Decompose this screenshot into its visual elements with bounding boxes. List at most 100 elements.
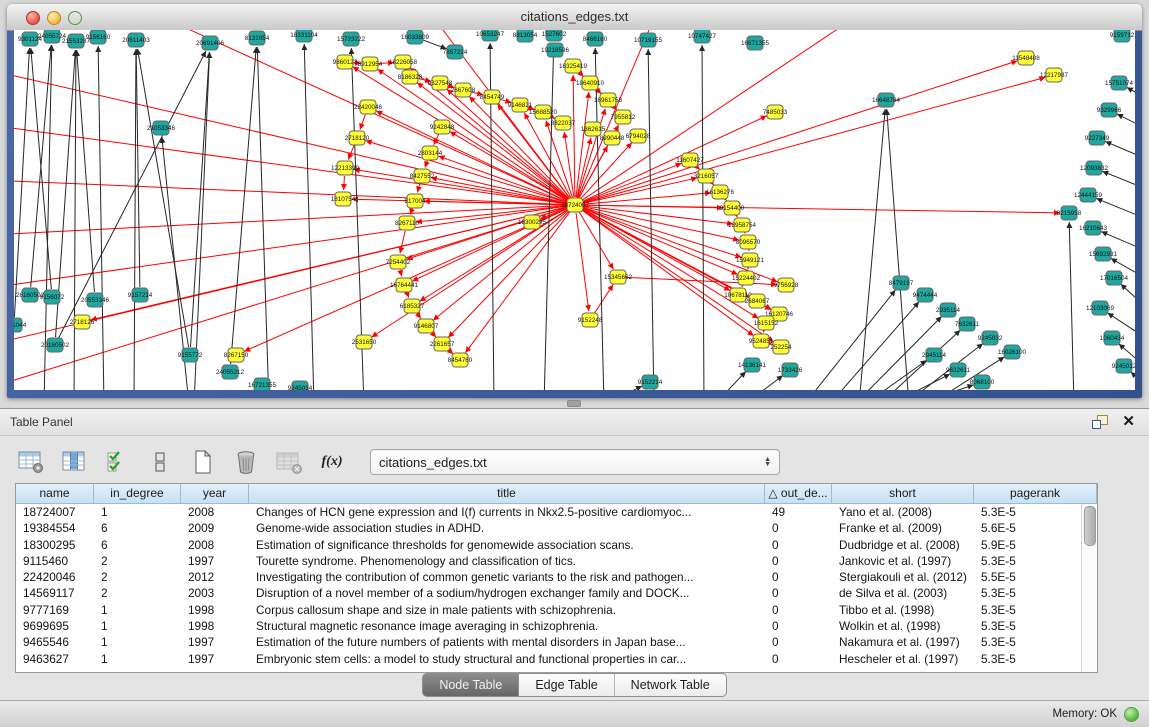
edge[interactable] xyxy=(77,50,95,292)
graph-node[interactable]: 15723222 xyxy=(337,32,366,46)
table-cell[interactable]: 5.6E-5 xyxy=(974,520,1097,536)
edge[interactable] xyxy=(422,40,446,49)
edge[interactable] xyxy=(14,70,567,203)
edge[interactable] xyxy=(98,46,104,390)
table-cell[interactable]: 6 xyxy=(94,520,181,536)
delete-table-icon[interactable] xyxy=(274,447,304,477)
table-cell[interactable]: 49 xyxy=(765,504,832,520)
graph-node[interactable]: 9227349 xyxy=(1085,131,1110,145)
edge[interactable] xyxy=(702,45,704,390)
table-cell[interactable]: Jankovic et al. (1997) xyxy=(832,553,974,569)
graph-node[interactable]: 15692931 xyxy=(1089,247,1118,261)
table-cell[interactable]: 5.5E-5 xyxy=(974,569,1097,585)
edge[interactable] xyxy=(74,50,76,390)
table-cell[interactable]: Investigating the contribution of common… xyxy=(249,569,765,585)
table-cell[interactable]: 1 xyxy=(94,602,181,618)
graph-node[interactable]: 15949121 xyxy=(736,253,765,267)
edge[interactable] xyxy=(804,290,895,390)
table-cell[interactable]: Nakamura et al. (1997) xyxy=(832,634,974,650)
edge[interactable] xyxy=(583,205,1060,213)
table-cell[interactable]: Yano et al. (2008) xyxy=(832,504,974,520)
graph-node[interactable]: 2945114 xyxy=(922,348,947,362)
table-cell[interactable]: Stergiakouli et al. (2012) xyxy=(832,569,974,585)
table-row[interactable]: 946554611997Estimation of the future num… xyxy=(16,634,1097,650)
graph-node[interactable]: 6185327 xyxy=(400,299,425,313)
graph-node[interactable]: 12217987 xyxy=(1040,68,1069,82)
edge[interactable] xyxy=(1131,372,1135,388)
edge[interactable] xyxy=(417,313,421,319)
table-cell[interactable]: 0 xyxy=(765,618,832,634)
table-cell[interactable]: Corpus callosum shape and size in male p… xyxy=(249,602,765,618)
edge[interactable] xyxy=(582,208,737,274)
graph-node[interactable]: 8131054 xyxy=(245,31,270,45)
edge[interactable] xyxy=(744,375,783,390)
edge[interactable] xyxy=(576,213,589,311)
graph-node[interactable]: 2531650 xyxy=(352,335,377,349)
graph-node[interactable]: 18226058 xyxy=(389,55,418,69)
table-cell[interactable]: Estimation of significance thresholds fo… xyxy=(249,537,765,553)
edge[interactable] xyxy=(407,292,409,297)
edge[interactable] xyxy=(14,205,567,235)
delete-column-icon[interactable] xyxy=(231,447,261,477)
graph-node[interactable]: 9157214 xyxy=(128,288,153,302)
graph-node[interactable]: 817004 xyxy=(404,194,426,208)
edge[interactable] xyxy=(14,125,567,204)
edge[interactable] xyxy=(583,207,742,257)
table-cell[interactable]: 9115460 xyxy=(16,553,94,569)
graph-node[interactable]: 20691406 xyxy=(196,36,225,50)
edge[interactable] xyxy=(1117,114,1135,130)
column-header-name[interactable]: name xyxy=(16,484,94,504)
graph-node[interactable]: 9154400 xyxy=(720,201,745,215)
edge[interactable] xyxy=(191,52,210,347)
edge[interactable] xyxy=(583,207,739,240)
table-row[interactable]: 946362711997Embryonic stem cells: a mode… xyxy=(16,651,1097,667)
select-rows-icon[interactable] xyxy=(102,447,132,477)
edge[interactable] xyxy=(829,302,919,390)
table-cell[interactable]: 0 xyxy=(765,537,832,553)
graph-node[interactable]: 3216057 xyxy=(694,169,719,183)
table-cell[interactable]: Structural magnetic resonance image aver… xyxy=(249,618,765,634)
graph-node[interactable]: 1527602 xyxy=(542,30,567,41)
edge[interactable] xyxy=(360,115,365,130)
graph-node[interactable]: 8096570 xyxy=(736,235,761,249)
table-cell[interactable]: de Silva et al. (2003) xyxy=(832,585,974,601)
tab-network-table[interactable]: Network Table xyxy=(615,673,727,697)
table-body[interactable]: 1872400712008Changes of HCN gene express… xyxy=(16,504,1097,667)
graph-node[interactable]: 12103069 xyxy=(1086,301,1115,315)
table-cell[interactable]: 5.3E-5 xyxy=(974,634,1097,650)
graph-node[interactable]: 8454749 xyxy=(480,90,505,104)
table-cell[interactable]: Hescheler et al. (1997) xyxy=(832,651,974,667)
graph-node[interactable]: 8454760 xyxy=(448,353,473,367)
graph-node[interactable]: 8186328 xyxy=(398,70,423,84)
graph-node[interactable]: 15345662 xyxy=(604,270,633,284)
graph-node[interactable]: 10653247 xyxy=(476,30,505,41)
graph-node[interactable]: 15688520 xyxy=(529,105,558,119)
scrollbar-thumb[interactable] xyxy=(1084,506,1096,546)
graph-node[interactable]: 2261657 xyxy=(430,337,455,351)
table-cell[interactable]: 1997 xyxy=(181,553,249,569)
graph-node[interactable]: 18325419 xyxy=(559,59,588,73)
graph-node[interactable]: 2935114 xyxy=(936,303,961,317)
graph-node[interactable]: 18640910 xyxy=(576,76,605,90)
table-cell[interactable]: 2009 xyxy=(181,520,249,536)
table-cell[interactable]: 18300295 xyxy=(16,537,94,553)
edge[interactable] xyxy=(714,372,746,390)
edge[interactable] xyxy=(887,109,909,390)
edge[interactable] xyxy=(136,49,140,287)
graph-node[interactable]: 15751074 xyxy=(1105,76,1134,90)
column-header-in_degree[interactable]: in_degree xyxy=(94,484,181,504)
panel-splitter-handle[interactable] xyxy=(567,400,581,407)
table-cell[interactable]: 9699695 xyxy=(16,618,94,634)
graph-node[interactable]: 16026100 xyxy=(998,345,1027,359)
edge[interactable] xyxy=(194,52,210,390)
edge[interactable] xyxy=(400,270,402,277)
graph-node[interactable]: 16721355 xyxy=(248,378,277,390)
table-cell[interactable]: 0 xyxy=(765,569,832,585)
graph-node[interactable]: 20611403 xyxy=(122,33,150,47)
edge[interactable] xyxy=(573,75,575,197)
graph-node[interactable]: 9632611 xyxy=(946,363,971,377)
graph-node[interactable]: 12093832 xyxy=(1080,161,1109,175)
graph-node[interactable]: 9152248 xyxy=(578,313,603,327)
graph-node[interactable]: 16961758 xyxy=(594,93,623,107)
table-select-dropdown[interactable]: citations_edges.txt ▲▼ xyxy=(370,449,780,475)
